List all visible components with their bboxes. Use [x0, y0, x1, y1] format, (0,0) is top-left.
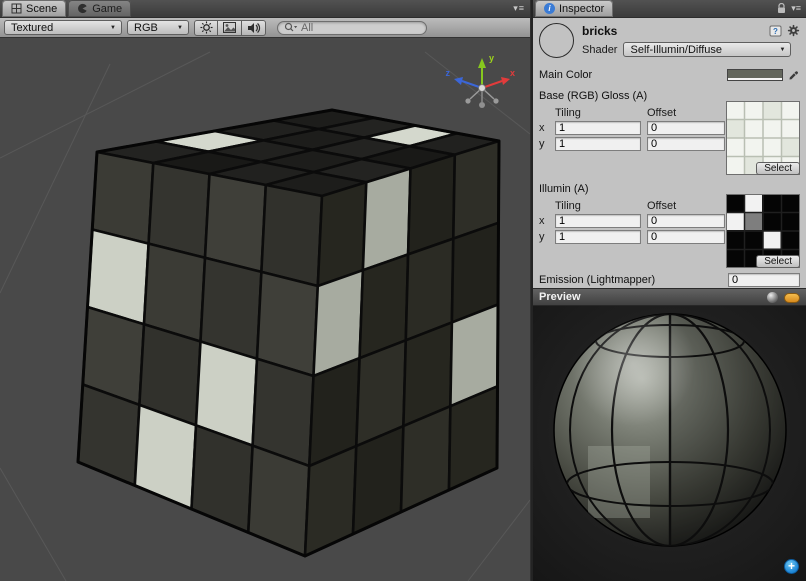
base-texture-select-button[interactable]: Select — [756, 162, 800, 175]
info-icon: i — [544, 3, 555, 14]
gizmo-center[interactable] — [479, 85, 486, 92]
shader-label: Shader — [582, 44, 617, 56]
illumin-tiling-x-input[interactable] — [555, 214, 641, 228]
preview-title: Preview — [539, 291, 581, 303]
scene-audio-toggle[interactable] — [242, 20, 266, 36]
scene-lighting-toggle[interactable] — [194, 20, 218, 36]
emission-row: Emission (Lightmapper) — [539, 273, 800, 287]
gizmo-z-cone[interactable] — [454, 77, 463, 85]
scene-tabstrip: Scene Game ▾≡ — [0, 0, 530, 18]
tab-scene-label: Scene — [26, 1, 57, 17]
offset-header: Offset — [647, 200, 725, 212]
base-offset-y-input[interactable] — [647, 137, 725, 151]
material-inspector: bricks Shader Self-Illumin/Diffuse ▼ ? — [533, 18, 806, 288]
emission-input[interactable] — [728, 273, 800, 287]
image-icon — [223, 22, 236, 33]
tab-game[interactable]: Game — [68, 0, 131, 17]
scene-pane-menu-icon[interactable]: ▾≡ — [513, 3, 525, 14]
offset-header: Offset — [647, 107, 725, 119]
base-offset-x-input[interactable] — [647, 121, 725, 135]
orientation-gizmo[interactable]: y x z — [446, 53, 516, 108]
svg-text:?: ? — [773, 27, 778, 36]
material-preview-icon[interactable] — [539, 23, 574, 58]
base-tiling-y-input[interactable] — [555, 137, 641, 151]
gear-icon[interactable] — [787, 24, 800, 37]
tab-scene[interactable]: Scene — [2, 0, 66, 17]
sun-icon — [200, 21, 213, 34]
base-texture-thumbnail[interactable]: Select — [726, 101, 800, 175]
x-axis-label: x — [539, 122, 549, 134]
illumin-texture-section: Illumin (A) Tiling Offset x y — [539, 183, 800, 267]
tiling-header: Tiling — [555, 107, 641, 119]
main-color-row: Main Color — [539, 69, 800, 81]
scene-overlay-toggle[interactable] — [218, 20, 242, 36]
eyedropper-icon[interactable] — [788, 69, 800, 81]
illumin-texture-thumbnail[interactable]: Select — [726, 194, 800, 268]
chevron-down-icon: ▼ — [780, 47, 786, 53]
gizmo-y-cone[interactable] — [478, 58, 486, 68]
gizmo-y-label: y — [489, 53, 494, 63]
help-book-icon[interactable]: ? — [769, 25, 782, 37]
illumin-texture-select-button[interactable]: Select — [756, 255, 800, 268]
main-color-swatch[interactable] — [727, 69, 783, 81]
scene-pane: Scene Game ▾≡ Textured ▼ RGB ▼ — [0, 0, 530, 581]
gizmo-axis-handle[interactable] — [479, 102, 485, 108]
base-tiling-x-input[interactable] — [555, 121, 641, 135]
chevron-down-icon: ▼ — [110, 25, 116, 31]
game-icon — [77, 3, 88, 14]
illumin-offset-y-input[interactable] — [647, 230, 725, 244]
search-icon — [284, 22, 298, 33]
gizmo-axis-handle[interactable] — [465, 98, 470, 103]
scene-view-toggles — [194, 20, 266, 36]
gizmo-x-cone[interactable] — [501, 77, 510, 85]
scene-toolbar: Textured ▼ RGB ▼ — [0, 18, 530, 38]
preview-sphere-toggle-icon[interactable] — [767, 292, 778, 303]
preview-lighting-toggle-icon[interactable] — [784, 293, 800, 303]
illumin-offset-x-input[interactable] — [647, 214, 725, 228]
scene-grid-icon — [11, 3, 22, 14]
tab-game-label: Game — [92, 1, 122, 17]
scene-viewport[interactable]: y x z — [0, 38, 530, 581]
unity-editor-window: Scene Game ▾≡ Textured ▼ RGB ▼ — [0, 0, 806, 581]
y-axis-label: y — [539, 231, 549, 243]
inspector-tabstrip: i Inspector ▾≡ — [533, 0, 806, 18]
preview-header[interactable]: Preview — [533, 288, 806, 306]
preview-render — [533, 306, 806, 581]
speaker-icon — [247, 22, 261, 34]
material-preview-area[interactable]: + — [533, 306, 806, 581]
emission-label: Emission (Lightmapper) — [539, 274, 655, 286]
material-name: bricks — [582, 24, 791, 38]
tab-inspector-label: Inspector — [559, 1, 604, 17]
inspector-pane: i Inspector ▾≡ bricks Shader Self-Illu — [531, 0, 806, 581]
shader-dropdown[interactable]: Self-Illumin/Diffuse ▼ — [623, 42, 791, 57]
gizmo-z-label: z — [446, 68, 451, 78]
draw-mode-value: Textured — [11, 22, 53, 34]
gizmo-axis-handle[interactable] — [493, 98, 498, 103]
base-texture-section: Base (RGB) Gloss (A) Tiling Offset x y — [539, 90, 800, 174]
tab-inspector[interactable]: i Inspector — [535, 0, 613, 17]
lock-icon[interactable] — [777, 3, 786, 14]
illumin-tiling-y-input[interactable] — [555, 230, 641, 244]
scene-search-input[interactable]: All — [277, 21, 427, 35]
render-mode-value: RGB — [134, 22, 158, 34]
chevron-down-icon: ▼ — [177, 25, 183, 31]
gizmo-x-label: x — [510, 68, 515, 78]
material-header: bricks Shader Self-Illumin/Diffuse ▼ ? — [539, 18, 800, 62]
inspector-pane-menu-icon[interactable]: ▾≡ — [791, 3, 801, 14]
main-color-label: Main Color — [539, 69, 592, 81]
y-axis-label: y — [539, 138, 549, 150]
tiling-header: Tiling — [555, 200, 641, 212]
shader-value: Self-Illumin/Diffuse — [630, 44, 722, 56]
preview-add-button[interactable]: + — [784, 559, 799, 574]
draw-mode-dropdown[interactable]: Textured ▼ — [4, 20, 122, 35]
scene-render: y x z — [0, 38, 530, 581]
x-axis-label: x — [539, 215, 549, 227]
render-mode-dropdown[interactable]: RGB ▼ — [127, 20, 189, 35]
scene-search-value: All — [301, 22, 313, 34]
